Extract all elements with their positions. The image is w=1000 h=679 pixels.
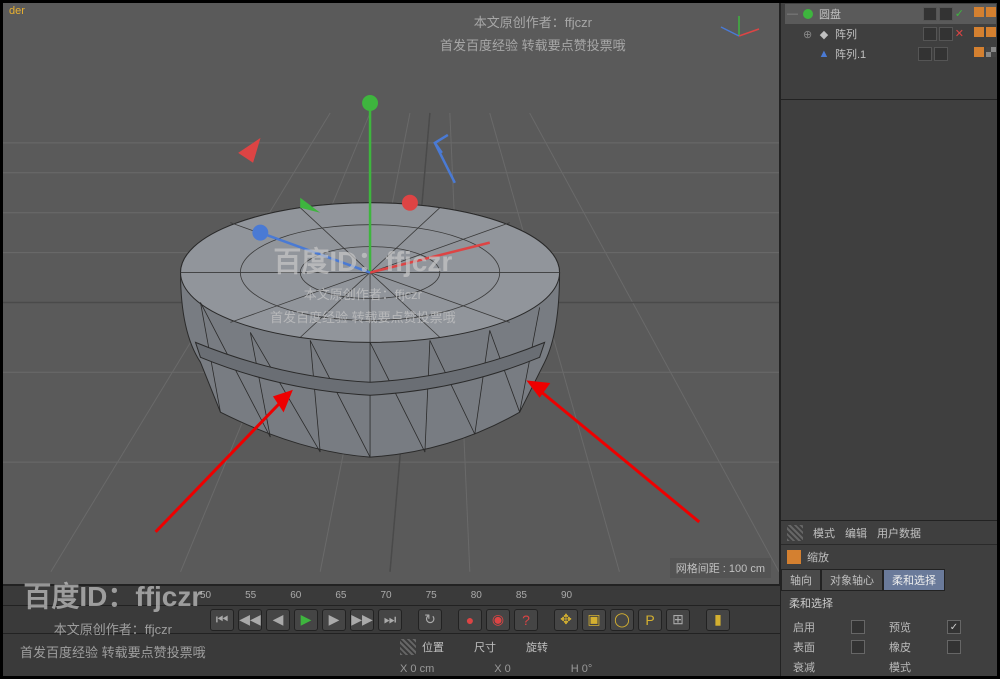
ruler-tick: 70: [381, 590, 392, 601]
tag-icon[interactable]: [986, 47, 996, 57]
viewport-title: der: [9, 5, 25, 17]
userdata-menu[interactable]: 用户数据: [877, 525, 921, 541]
attr-title: 缩放: [807, 549, 829, 565]
prev-frame-button[interactable]: ◀: [266, 609, 290, 631]
array-icon: ▲: [817, 47, 831, 61]
tree-label: 圆盘: [819, 6, 869, 22]
mode-label: 模式: [889, 659, 939, 675]
surface-label: 表面: [793, 639, 843, 655]
vis-render-toggle[interactable]: [939, 7, 953, 21]
tree-item-array1[interactable]: ▲ 阵列.1: [785, 44, 996, 64]
viewport-3d[interactable]: der: [0, 0, 780, 585]
gizmo-indicator: [709, 11, 769, 41]
tree-label: 阵列: [835, 26, 885, 42]
vis-editor-toggle[interactable]: [923, 7, 937, 21]
edit-menu[interactable]: 编辑: [845, 525, 867, 541]
ruler-tick: 80: [471, 590, 482, 601]
viewport-scene: [1, 1, 779, 584]
section-label: 柔和选择: [781, 591, 1000, 615]
vis-editor-toggle[interactable]: [918, 47, 932, 61]
hatch-icon: [787, 525, 803, 541]
vis-render-toggle[interactable]: [939, 27, 953, 41]
fcurve-button[interactable]: ▮: [706, 609, 730, 631]
enable-toggle[interactable]: ✓: [955, 7, 964, 21]
tab-objectaxis[interactable]: 对象轴心: [821, 569, 883, 591]
enable-checkbox[interactable]: [851, 620, 865, 634]
ruler-tick: 65: [335, 590, 346, 601]
play-button[interactable]: ▶: [294, 609, 318, 631]
coords-values: X 0 cm X 0 H 0°: [0, 659, 780, 679]
ruler-tick: 85: [516, 590, 527, 601]
tag-icon[interactable]: [974, 47, 984, 57]
tree-item-disc[interactable]: — 圆盘 ✓: [785, 4, 996, 24]
loop-button[interactable]: ↻: [418, 609, 442, 631]
tag-icon[interactable]: [974, 7, 984, 17]
record-button[interactable]: ●: [458, 609, 482, 631]
rubber-checkbox[interactable]: [947, 640, 961, 654]
falloff-label: 衰减: [793, 659, 843, 675]
next-frame-button[interactable]: ▶: [322, 609, 346, 631]
scale-tool-icon: [787, 550, 801, 564]
param-key-button[interactable]: P: [638, 609, 662, 631]
attribute-manager: 模式 编辑 用户数据 缩放 轴向 对象轴心 柔和选择 柔和选择 启用 预览 表面: [781, 520, 1000, 679]
next-key-button[interactable]: ▶▶: [350, 609, 374, 631]
enable-toggle[interactable]: ✕: [955, 27, 964, 41]
surface-checkbox[interactable]: [851, 640, 865, 654]
pos-label: 位置: [422, 639, 444, 655]
tag-icon[interactable]: [986, 7, 996, 17]
ruler-tick: 60: [290, 590, 301, 601]
move-key-button[interactable]: ✥: [554, 609, 578, 631]
disc-icon: [801, 7, 815, 21]
tag-icon[interactable]: [986, 27, 996, 37]
x-pos-value: X 0 cm: [400, 663, 434, 675]
preview-label: 预览: [889, 619, 939, 635]
tab-axis[interactable]: 轴向: [781, 569, 821, 591]
ruler-tick: 90: [561, 590, 572, 601]
mode-menu[interactable]: 模式: [813, 525, 835, 541]
prev-key-button[interactable]: ◀◀: [238, 609, 262, 631]
pla-key-button[interactable]: ⊞: [666, 609, 690, 631]
tab-softselect[interactable]: 柔和选择: [883, 569, 945, 591]
tag-icon[interactable]: [974, 27, 984, 37]
x-size-value: X 0: [494, 663, 511, 675]
timeline-controls: ⏮ ◀◀ ◀ ▶ ▶ ▶▶ ⏭ ↻ ● ◉ ? ✥ ▣ ◯ P ⊞ ▮: [0, 605, 780, 633]
rot-label: 旋转: [526, 639, 548, 655]
coords-bar: 位置 尺寸 旋转: [0, 633, 780, 659]
grid-spacing-label: 网格间距 : 100 cm: [670, 558, 771, 578]
right-spacer: [781, 100, 1000, 520]
hatch-icon: [400, 639, 416, 655]
timeline-ruler[interactable]: 50 55 60 65 70 75 80 85 90: [0, 585, 780, 605]
vis-render-toggle[interactable]: [934, 47, 948, 61]
expand-icon[interactable]: ⊕: [803, 28, 813, 41]
rotate-key-button[interactable]: ◯: [610, 609, 634, 631]
goto-start-button[interactable]: ⏮: [210, 609, 234, 631]
size-label: 尺寸: [474, 639, 496, 655]
ruler-tick: 55: [245, 590, 256, 601]
keyframe-button[interactable]: ?: [514, 609, 538, 631]
array-icon: ◆: [817, 27, 831, 41]
vis-editor-toggle[interactable]: [923, 27, 937, 41]
preview-checkbox[interactable]: [947, 620, 961, 634]
tree-item-array[interactable]: ⊕ ◆ 阵列 ✕: [785, 24, 996, 44]
autokey-button[interactable]: ◉: [486, 609, 510, 631]
h-rot-value: H 0°: [571, 663, 593, 675]
goto-end-button[interactable]: ⏭: [378, 609, 402, 631]
expand-icon[interactable]: —: [787, 8, 797, 20]
tree-label: 阵列.1: [835, 46, 885, 62]
rubber-label: 橡皮: [889, 639, 939, 655]
object-manager[interactable]: — 圆盘 ✓ ⊕ ◆ 阵列 ✕: [781, 0, 1000, 100]
enable-label: 启用: [793, 619, 843, 635]
ruler-tick: 75: [426, 590, 437, 601]
scale-key-button[interactable]: ▣: [582, 609, 606, 631]
ruler-tick: 50: [200, 590, 211, 601]
